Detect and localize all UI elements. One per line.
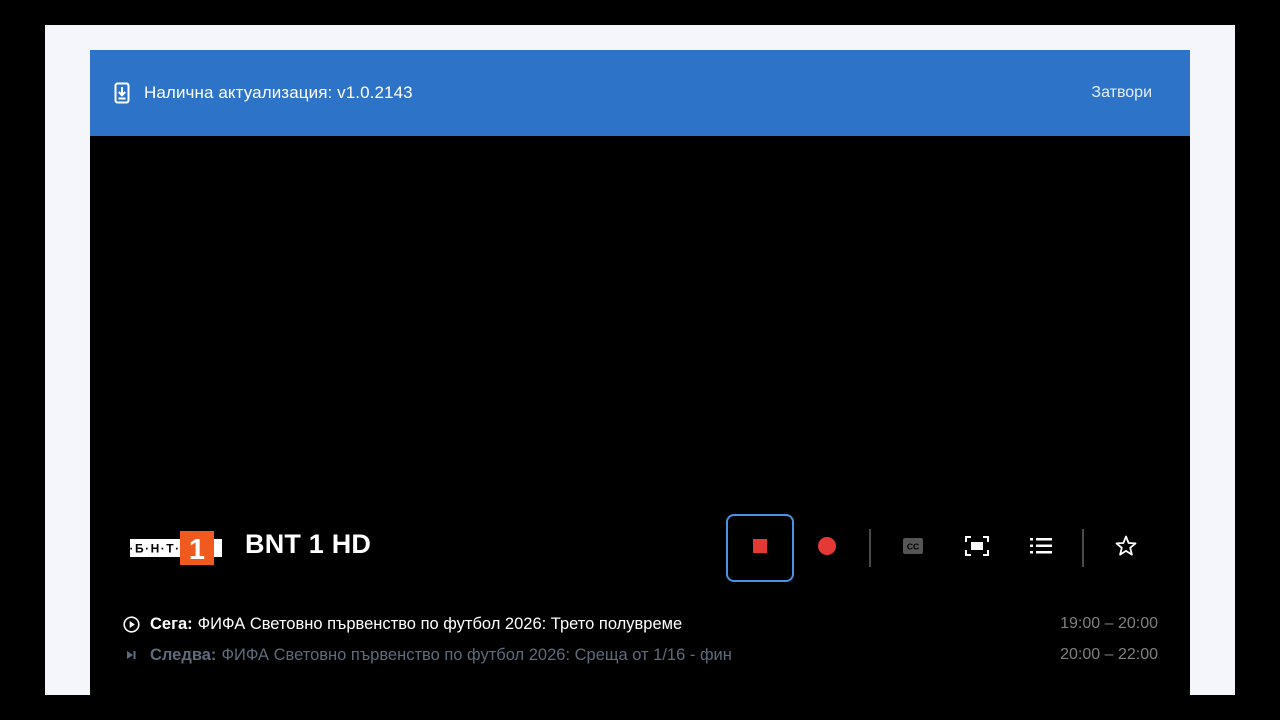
download-update-icon [114, 82, 130, 104]
channel-list-button[interactable] [1007, 514, 1075, 582]
control-divider [869, 529, 871, 567]
channel-logo: ·Б·Н·Т· 1 [129, 531, 222, 566]
subtitles-button[interactable]: CC [879, 514, 947, 582]
epg-next-title: ФИФА Световно първенство по футбол 2026:… [221, 645, 732, 664]
close-banner-button[interactable]: Затвори [1091, 84, 1152, 102]
player-screen: Налична актуализация: v1.0.2143 Затвори … [90, 50, 1190, 720]
fit-screen-icon [965, 535, 989, 561]
list-icon [1030, 537, 1052, 560]
star-outline-icon [1114, 534, 1138, 563]
epg-next-time: 20:00 – 22:00 [1060, 646, 1158, 663]
cc-icon: CC [903, 537, 923, 559]
channel-name: BNT 1 HD [245, 529, 372, 559]
favorite-button[interactable] [1092, 514, 1160, 582]
aspect-ratio-button[interactable] [943, 514, 1011, 582]
svg-text:1: 1 [189, 534, 205, 565]
stop-icon [753, 538, 767, 558]
epg-next-row: Следва: ФИФА Световно първенство по футб… [122, 643, 1158, 667]
skip-next-icon [122, 646, 140, 664]
epg-now-time: 19:00 – 20:00 [1060, 615, 1158, 632]
svg-text:CC: CC [907, 541, 919, 551]
channel-info-bar: ·Б·Н·Т· 1 BNT 1 HD CC [90, 514, 1190, 582]
epg-now-label: Сега: [150, 614, 193, 633]
record-button[interactable] [793, 514, 861, 582]
epg-now-title: ФИФА Световно първенство по футбол 2026:… [197, 614, 683, 633]
record-icon [817, 536, 837, 561]
svg-text:·Б·Н·Т·: ·Б·Н·Т· [130, 542, 181, 556]
epg-now-row: Сега: ФИФА Световно първенство по футбол… [122, 612, 1158, 636]
play-circle-icon [122, 615, 140, 633]
update-message: Налична актуализация: v1.0.2143 [144, 83, 413, 102]
epg-next-label: Следва: [150, 645, 217, 664]
update-banner: Налична актуализация: v1.0.2143 Затвори [90, 50, 1190, 136]
stop-button[interactable] [726, 514, 794, 582]
control-divider [1082, 529, 1084, 567]
